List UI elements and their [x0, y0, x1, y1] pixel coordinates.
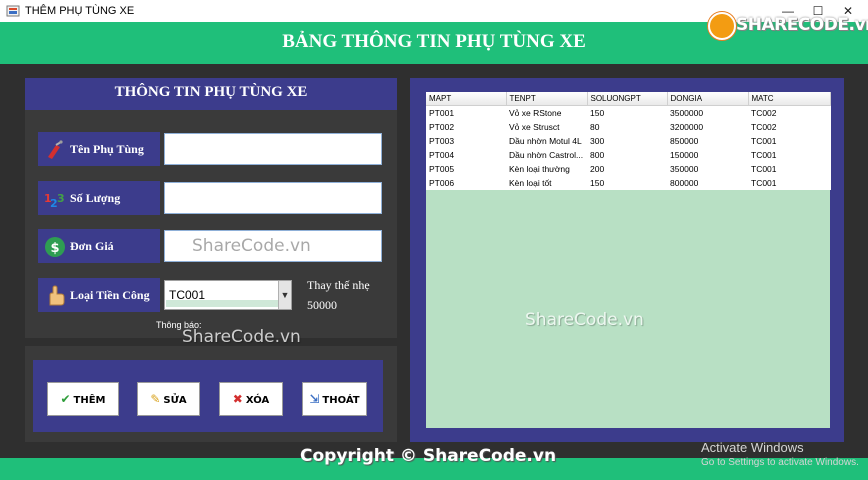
delete-button[interactable]: ✖ XÓA — [219, 382, 283, 416]
add-button-label: THÊM — [73, 395, 106, 406]
parts-table: MAPT TENPT SOLUONGPT DONGIA MATC PT001 V… — [426, 92, 831, 190]
table-cell: 800000 — [670, 177, 699, 188]
label-quantity: 1 2 3 Số Lượng — [38, 181, 160, 215]
column-header-tenpt[interactable]: TENPT — [506, 92, 588, 106]
table-cell: TC001 — [751, 136, 777, 146]
watermark-text: ShareCode.vn — [525, 310, 644, 330]
table-cell: TC001 — [751, 177, 777, 188]
edit-button[interactable]: ✎ SỬA — [137, 382, 200, 416]
column-header-dongia[interactable]: DONGIA — [667, 92, 749, 106]
fee-name-text: Thay thế nhẹ — [307, 278, 370, 292]
table-cell: Vỏ xe RStone — [509, 108, 562, 119]
exit-door-icon: ⇲ — [309, 392, 320, 406]
table-cell: PT001 — [429, 108, 455, 119]
table-cell: PT005 — [429, 163, 455, 174]
table-cell: 300 — [590, 136, 605, 146]
fee-type-combobox[interactable]: TC001 ▼ — [164, 280, 292, 310]
table-cell: 3200000 — [670, 122, 704, 133]
table-cell: TC002 — [751, 122, 777, 133]
chevron-down-icon[interactable]: ▼ — [278, 281, 291, 309]
table-cell: TC001 — [751, 149, 777, 160]
table-row[interactable]: PT002 Vỏ xe Strusct 80 3200000 TC002 — [426, 120, 830, 134]
table-row[interactable]: PT005 Kèn loại thường 200 350000 TC001 — [426, 162, 830, 176]
table-cell: PT003 — [429, 136, 455, 146]
exit-button-label: THOÁT — [322, 395, 360, 406]
table-header-row: MAPT TENPT SOLUONGPT DONGIA MATC — [426, 92, 831, 106]
watermark-text: ShareCode.vn — [182, 327, 301, 347]
table-row[interactable]: PT004 Dầu nhờn Castrol... 800 150000 TC0… — [426, 148, 830, 162]
table-cell: PT004 — [429, 149, 455, 160]
label-part-name-text: Tên Phụ Tùng — [70, 142, 144, 156]
fee-amount-text: 50000 — [307, 298, 337, 312]
check-icon: ✔ — [60, 392, 71, 406]
dollar-coin-icon: $ — [45, 237, 65, 257]
table-cell: Dầu nhờn Castrol... — [509, 149, 584, 160]
x-icon: ✖ — [232, 392, 243, 406]
table-row[interactable]: PT003 Dầu nhờn Motul 4L 300 850000 TC001 — [426, 134, 830, 148]
column-header-soluongpt[interactable]: SOLUONGPT — [587, 92, 668, 106]
delete-button-label: XÓA — [245, 395, 270, 406]
table-cell: Kèn loại tốt — [509, 177, 552, 188]
table-cell: Dầu nhờn Motul 4L — [509, 136, 582, 146]
label-price-text: Đơn Giá — [70, 239, 114, 253]
copyright-watermark: Copyright © ShareCode.vn — [300, 446, 557, 466]
java-app-icon — [6, 5, 20, 17]
table-cell: Vỏ xe Strusct — [509, 122, 560, 133]
column-header-matc[interactable]: MATC — [748, 92, 831, 106]
fee-type-selected: TC001 — [169, 288, 206, 302]
table-cell: PT002 — [429, 122, 455, 133]
pencil-icon: ✎ — [150, 392, 161, 406]
window-title: THÊM PHỤ TÙNG XE — [25, 5, 135, 17]
add-button[interactable]: ✔ THÊM — [47, 382, 119, 416]
form-title: THÔNG TIN PHỤ TÙNG XE — [114, 84, 308, 100]
activate-windows-subtitle: Go to Settings to activate Windows. — [701, 457, 859, 468]
table-cell: TC001 — [751, 163, 777, 174]
svg-text:$: $ — [50, 241, 59, 256]
table-cell: TC002 — [751, 108, 777, 119]
label-part-name: Tên Phụ Tùng — [38, 132, 160, 166]
globe-icon — [708, 12, 736, 40]
brand-text: SHARECODE.vn — [736, 15, 868, 35]
watermark-text: ShareCode.vn — [192, 236, 311, 256]
table-cell: Kèn loại thường — [509, 163, 570, 174]
table-cell: 350000 — [670, 163, 699, 174]
fuel-pump-icon — [48, 140, 63, 159]
table-cell: 150 — [590, 108, 605, 119]
table-row[interactable]: PT001 Vỏ xe RStone 150 3500000 TC002 — [426, 106, 830, 121]
table-cell: 850000 — [670, 136, 699, 146]
part-name-input[interactable] — [164, 133, 382, 165]
table-cell: 3500000 — [670, 108, 704, 119]
label-fee-type: Loại Tiền Công — [38, 278, 160, 312]
label-quantity-text: Số Lượng — [70, 191, 121, 205]
quantity-input[interactable] — [164, 182, 382, 214]
activate-windows-title: Activate Windows — [701, 440, 804, 455]
table-cell: 150 — [590, 177, 605, 188]
column-header-mapt[interactable]: MAPT — [426, 92, 507, 106]
hand-pointer-icon — [49, 285, 65, 306]
edit-button-label: SỬA — [163, 395, 187, 406]
table-cell: 200 — [590, 163, 605, 174]
label-price: $ Đơn Giá — [38, 229, 160, 263]
numbers-123-icon: 1 2 3 — [44, 192, 65, 210]
exit-button[interactable]: ⇲ THOÁT — [302, 382, 367, 416]
svg-text:3: 3 — [57, 192, 65, 205]
table-cell: PT006 — [429, 177, 455, 188]
table-row[interactable]: PT006 Kèn loại tốt 150 800000 TC001 — [426, 176, 830, 190]
table-cell: 800 — [590, 149, 605, 160]
table-cell: 80 — [590, 122, 600, 133]
label-fee-type-text: Loại Tiền Công — [70, 288, 150, 302]
table-cell: 150000 — [670, 149, 699, 160]
